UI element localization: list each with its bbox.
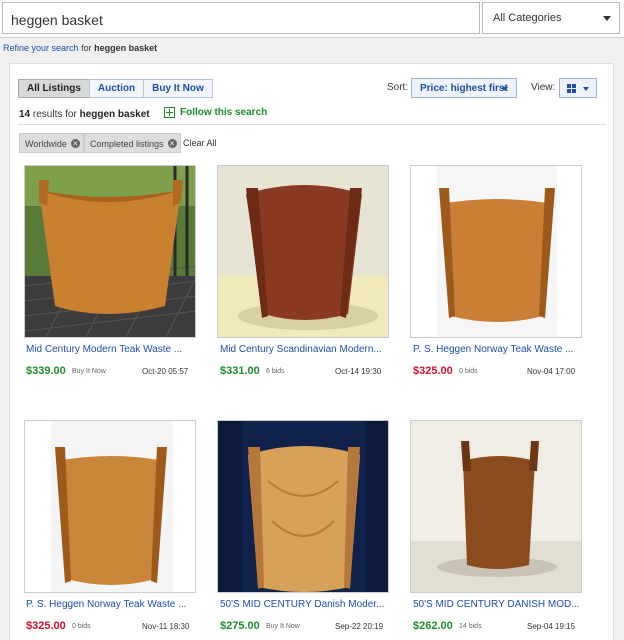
sort-label: Sort:	[387, 82, 409, 93]
listing-price: $325.00	[26, 620, 66, 632]
results-count: 14	[19, 109, 31, 120]
chevron-down-icon	[502, 87, 508, 91]
filter-chip-label: Completed listings	[90, 139, 164, 149]
teak-basket-image	[218, 421, 388, 592]
sort-select[interactable]: Price: highest first	[411, 78, 517, 98]
listing-image[interactable]	[410, 420, 582, 593]
search-input[interactable]: heggen basket	[2, 2, 480, 34]
teak-basket-image	[411, 421, 581, 592]
listing-price: $262.00	[413, 620, 453, 632]
listing-image[interactable]	[217, 420, 389, 593]
follow-search-label: Follow this search	[180, 107, 268, 118]
refine-for-text: for	[81, 43, 92, 53]
listing-format: 6 bids	[266, 368, 285, 375]
refine-search-link[interactable]: Refine your search	[3, 43, 79, 53]
results-text: results for	[32, 109, 77, 120]
listing-end-date: Sep-04 19:15	[527, 622, 576, 631]
listing-format: 0 bids	[72, 623, 91, 630]
chevron-down-icon	[583, 87, 589, 91]
category-select[interactable]: All Categories	[482, 2, 620, 34]
listing-price: $339.00	[26, 365, 66, 377]
listing-image[interactable]	[410, 165, 582, 338]
clear-all-link[interactable]: Clear All	[183, 138, 217, 148]
filter-chip-completed-listings[interactable]: Completed listings ×	[84, 133, 181, 153]
teak-basket-image	[218, 166, 388, 337]
listing-end-date: Sep-22 20:19	[335, 622, 384, 631]
refine-search-line: Refine your search for heggen basket	[3, 43, 157, 53]
listing-title[interactable]: P. S. Heggen Norway Teak Waste ...	[26, 599, 186, 610]
listing-title[interactable]: 50'S MID CENTURY Danish Moder...	[220, 599, 384, 610]
category-select-value: All Categories	[493, 12, 562, 24]
listing-end-date: Oct-14 19:30	[335, 367, 382, 376]
divider	[18, 124, 606, 125]
listing-tabs: All Listings Auction Buy It Now	[18, 79, 213, 98]
listing-title[interactable]: Mid Century Scandinavian Modern...	[220, 344, 382, 355]
results-term: heggen basket	[79, 109, 150, 120]
results-panel: All Listings Auction Buy It Now Sort: Pr…	[9, 63, 614, 640]
listing-image[interactable]	[24, 165, 196, 338]
listing-price: $331.00	[220, 365, 260, 377]
remove-filter-icon[interactable]: ×	[167, 139, 177, 148]
listing-title[interactable]: 50'S MID CENTURY DANISH MOD...	[413, 599, 580, 610]
plus-icon	[164, 107, 175, 118]
listing-image[interactable]	[24, 420, 196, 593]
listing-image[interactable]	[217, 165, 389, 338]
filter-chip-label: Worldwide	[25, 139, 67, 149]
follow-search-button[interactable]: Follow this search	[164, 107, 267, 118]
listing-end-date: Nov-04 17:00	[527, 367, 576, 376]
teak-basket-image	[411, 166, 581, 337]
search-bar: heggen basket All Categories	[0, 0, 624, 38]
listing-format: Buy It Now	[266, 623, 300, 630]
remove-filter-icon[interactable]: ×	[70, 139, 80, 148]
teak-basket-image	[25, 166, 195, 337]
tab-all-listings[interactable]: All Listings	[18, 79, 90, 98]
sort-select-value: Price: highest first	[420, 83, 508, 94]
listing-end-date: Oct-20 05:57	[142, 367, 189, 376]
listing-format: Buy It Now	[72, 368, 106, 375]
listing-price: $325.00	[413, 365, 453, 377]
listing-format: 14 bids	[459, 623, 482, 630]
filter-chip-worldwide[interactable]: Worldwide ×	[19, 133, 84, 153]
chevron-down-icon	[603, 16, 611, 21]
teak-basket-image	[25, 421, 195, 592]
listing-format: 0 bids	[459, 368, 478, 375]
listing-end-date: Nov-11 18:30	[142, 622, 190, 631]
view-label: View:	[531, 82, 556, 93]
tab-auction[interactable]: Auction	[88, 79, 145, 98]
grid-view-icon	[567, 84, 576, 93]
listing-title[interactable]: Mid Century Modern Teak Waste ...	[26, 344, 182, 355]
results-summary: 14 results for heggen basket	[19, 109, 150, 120]
listing-title[interactable]: P. S. Heggen Norway Teak Waste ...	[413, 344, 573, 355]
refine-term: heggen basket	[94, 43, 158, 53]
listing-price: $275.00	[220, 620, 260, 632]
view-toggle-button[interactable]	[559, 78, 597, 98]
tab-buy-it-now[interactable]: Buy It Now	[143, 79, 213, 98]
